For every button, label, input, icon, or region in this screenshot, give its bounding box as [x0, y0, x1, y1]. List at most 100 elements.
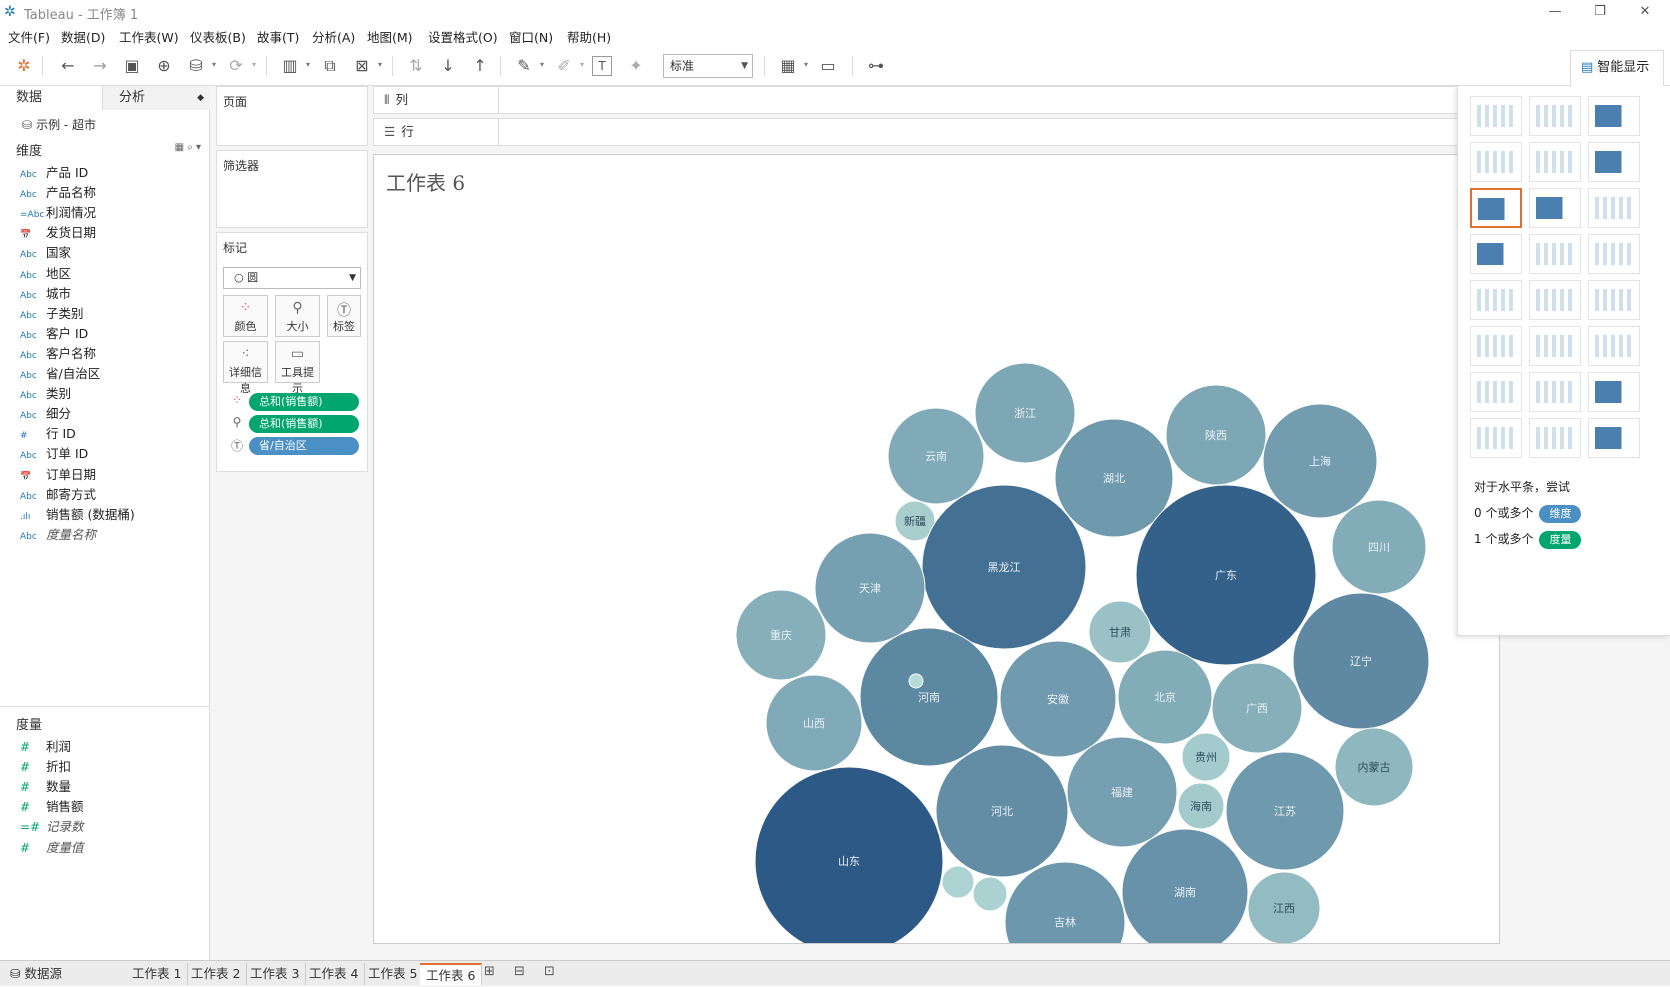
show-labels-icon[interactable]: T — [592, 56, 612, 76]
dimension-field[interactable]: Abc 省/自治区 — [20, 363, 100, 383]
show-me-chart-thumb[interactable] — [1588, 280, 1640, 320]
tab-analysis[interactable]: 分析 ◆ — [102, 86, 210, 110]
pause-updates-icon[interactable]: ⛁ — [184, 54, 208, 78]
show-me-chart-thumb[interactable] — [1470, 418, 1522, 458]
close-button[interactable]: ✕ — [1630, 2, 1660, 22]
measure-field[interactable]: # 度量值 — [20, 837, 84, 857]
show-me-chart-thumb[interactable] — [1588, 234, 1640, 274]
bubble-mark[interactable] — [972, 876, 1008, 912]
dimension-field[interactable]: Abc 国家 — [20, 242, 71, 262]
rows-shelf[interactable]: ☰ 行 — [373, 118, 1498, 146]
new-worksheet-icon[interactable]: ⊞ — [484, 964, 495, 979]
dimension-field[interactable]: Abc 地区 — [20, 263, 71, 283]
show-me-chart-thumb[interactable] — [1529, 234, 1581, 274]
show-me-chart-thumb[interactable] — [1470, 280, 1522, 320]
show-me-button[interactable]: ▤ 智能显示 — [1570, 50, 1664, 86]
show-me-chart-thumb[interactable] — [1588, 96, 1640, 136]
dimension-field[interactable]: Abc 产品 ID — [20, 162, 88, 182]
sheet-tab[interactable]: 工作表 4 — [303, 963, 366, 985]
group-icon[interactable]: ✐ — [552, 54, 576, 78]
menu-file[interactable]: 文件(F) — [8, 27, 50, 46]
show-me-chart-thumb[interactable] — [1529, 280, 1581, 320]
bubble-chart[interactable]: 浙江云南湖北 陕西上海新疆黑龙江广东 四川天津甘肃 重庆辽宁河南 安徽 北京广西山西贵州内… — [374, 155, 1499, 943]
new-worksheet-icon[interactable]: ▥ — [278, 54, 302, 78]
show-me-chart-thumb[interactable] — [1529, 188, 1581, 228]
show-me-chart-thumb[interactable] — [1588, 142, 1640, 182]
dimension-field[interactable]: .ılı 销售额 (数据桶) — [20, 504, 135, 524]
bubble-mark[interactable] — [941, 865, 975, 899]
dimension-field[interactable]: # 行 ID — [20, 423, 76, 443]
label-button[interactable]: Ⓣ 标签 — [327, 295, 361, 337]
show-me-chart-thumb[interactable] — [1588, 372, 1640, 412]
tooltip-button[interactable]: ▭ 工具提示 — [275, 341, 320, 395]
dimension-field[interactable]: Abc 城市 — [20, 283, 71, 303]
filters-card[interactable]: 筛选器 — [216, 150, 368, 228]
dimension-field[interactable]: Abc 细分 — [20, 403, 71, 423]
dimension-field[interactable]: Abc 类别 — [20, 383, 71, 403]
mark-type-select[interactable]: ○ 圆 ▼ — [223, 267, 361, 289]
show-me-chart-thumb[interactable] — [1470, 372, 1522, 412]
dimension-field[interactable]: Abc 产品名称 — [20, 182, 96, 202]
highlight-icon[interactable]: ✎ — [512, 54, 536, 78]
menu-worksheet[interactable]: 工作表(W) — [119, 27, 179, 46]
dimension-field[interactable]: Abc 度量名称 — [20, 524, 96, 544]
sheet-tab[interactable]: 工作表 6 — [420, 963, 483, 985]
dimension-field[interactable]: Abc 子类别 — [20, 303, 84, 323]
show-me-chart-thumb[interactable] — [1470, 142, 1522, 182]
color-button[interactable]: ⁘ 颜色 — [223, 295, 268, 337]
share-icon[interactable]: ⊶ — [864, 54, 888, 78]
dimension-field[interactable]: 📅 发货日期 — [20, 222, 96, 242]
bubble-mark[interactable] — [908, 673, 924, 689]
menu-data[interactable]: 数据(D) — [61, 27, 105, 46]
show-me-chart-thumb[interactable] — [1529, 142, 1581, 182]
show-me-chart-thumb[interactable] — [1470, 188, 1522, 228]
undo-icon[interactable]: ← — [56, 54, 80, 78]
dimension-field[interactable]: Abc 客户名称 — [20, 343, 96, 363]
measure-field[interactable]: # 销售额 — [20, 796, 84, 816]
menu-format[interactable]: 设置格式(O) — [428, 27, 498, 46]
sheet-tab[interactable]: 工作表 2 — [185, 963, 248, 985]
show-me-chart-thumb[interactable] — [1588, 326, 1640, 366]
dimension-field[interactable]: Abc 订单 ID — [20, 443, 88, 463]
menu-analysis[interactable]: 分析(A) — [312, 27, 355, 46]
bubble-mark[interactable] — [1004, 861, 1126, 943]
pin-axes-icon[interactable]: ✦ — [624, 54, 648, 78]
sort-descending-icon[interactable]: ↑ — [468, 54, 492, 78]
show-me-chart-thumb[interactable] — [1470, 234, 1522, 274]
show-me-chart-thumb[interactable] — [1529, 326, 1581, 366]
show-me-chart-thumb[interactable] — [1588, 188, 1640, 228]
dimension-field[interactable]: 📅 订单日期 — [20, 464, 96, 484]
worksheet-view[interactable]: 浙江 云南 湖北 陕西 上海 新疆 黑龙江 广东 四川 天津 甘肃 重庆 辽宁 河南 安徽 北京 广西 山西 贵州内… — [373, 154, 1500, 944]
refresh-icon[interactable]: ⟳ — [224, 54, 248, 78]
menu-dashboard[interactable]: 仪表板(B) — [190, 27, 246, 46]
size-pill[interactable]: 总和(销售额) — [249, 415, 359, 433]
measure-field[interactable]: # 数量 — [20, 776, 71, 796]
menu-window[interactable]: 窗口(N) — [509, 27, 553, 46]
show-me-chart-thumb[interactable] — [1529, 418, 1581, 458]
menu-story[interactable]: 故事(T) — [257, 27, 299, 46]
new-datasource-icon[interactable]: ⊕ — [152, 54, 176, 78]
dimension-field[interactable]: =Abc 利润情况 — [20, 202, 96, 222]
measure-field[interactable]: # 折扣 — [20, 756, 71, 776]
show-me-chart-thumb[interactable] — [1529, 96, 1581, 136]
datasource-tab[interactable]: ⛁ 数据源 — [4, 963, 124, 985]
detail-button[interactable]: ⁖ 详细信息 — [223, 341, 268, 395]
menu-map[interactable]: 地图(M) — [367, 27, 413, 46]
duplicate-sheet-icon[interactable]: ⧉ — [318, 54, 342, 78]
columns-shelf[interactable]: ⦀ 列 — [373, 86, 1498, 114]
color-pill[interactable]: 总和(销售额) — [249, 393, 359, 411]
show-me-chart-thumb[interactable] — [1529, 372, 1581, 412]
sort-ascending-icon[interactable]: ↓ — [436, 54, 460, 78]
presentation-mode-icon[interactable]: ▭ — [816, 54, 840, 78]
label-pill[interactable]: 省/自治区 — [249, 437, 359, 455]
dimension-tools[interactable]: ▦ ⌕ ▾ — [175, 142, 201, 153]
tab-data[interactable]: 数据 — [0, 86, 102, 110]
show-me-chart-thumb[interactable] — [1470, 326, 1522, 366]
clear-sheet-icon[interactable]: ⊠ — [350, 54, 374, 78]
tableau-home-icon[interactable]: ✲ — [12, 54, 36, 78]
measure-field[interactable]: =# 记录数 — [20, 816, 84, 836]
new-story-icon[interactable]: ⊡ — [544, 964, 555, 979]
size-button[interactable]: ⚲ 大小 — [275, 295, 320, 337]
menu-help[interactable]: 帮助(H) — [567, 27, 611, 46]
sheet-tab[interactable]: 工作表 3 — [244, 963, 307, 985]
